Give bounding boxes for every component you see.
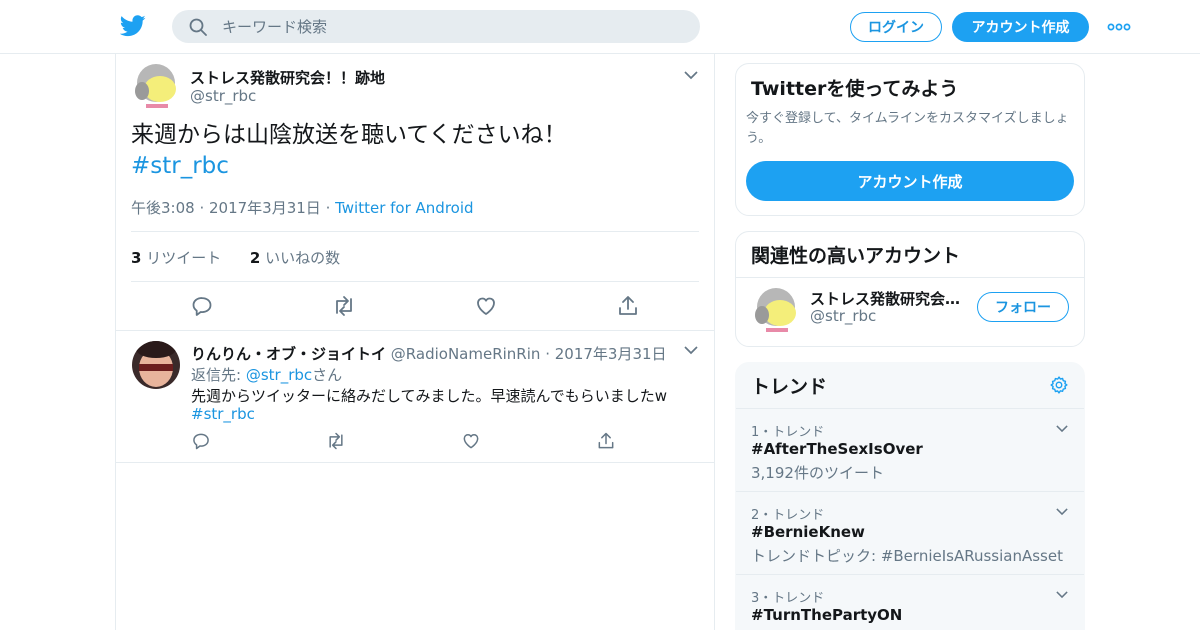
signup-card-title: Twitterを使ってみよう: [751, 78, 959, 100]
retweet-icon[interactable]: [332, 294, 356, 318]
signup-card-description: 今すぐ登録して、タイムラインをカスタマイズしましょう。: [746, 111, 1069, 146]
trends-card: トレンド 1・トレンド #AfterTheSexIsOver 3,192件のツイ…: [735, 362, 1085, 630]
related-accounts-title: 関連性の高いアカウント: [751, 245, 961, 267]
trend-item[interactable]: 2・トレンド #BernieKnew トレンドトピック: #BernieIsAR…: [736, 491, 1084, 574]
meta-separator: ·: [320, 199, 336, 217]
create-account-button[interactable]: アカウント作成: [746, 161, 1074, 201]
reply-author-name[interactable]: りんりん・オブ・ジョイトイ: [191, 345, 386, 363]
reply-author-handle[interactable]: @RadioNameRinRin: [391, 345, 541, 363]
reply-to-suffix: さん: [312, 366, 343, 384]
retweet-stat[interactable]: 3 リツイート: [131, 249, 221, 267]
avatar[interactable]: [132, 63, 180, 111]
reply-tweet[interactable]: りんりん・オブ・ジョイトイ @RadioNameRinRin · 2017年3月…: [116, 331, 714, 463]
tweet-timestamp[interactable]: 午後3:08 · 2017年3月31日: [131, 199, 321, 217]
like-stat-label: いいねの数: [265, 249, 341, 267]
related-accounts-card: 関連性の高いアカウント ストレス発散研究会！！跡地 @str_rbc フォロー: [735, 231, 1085, 347]
chevron-down-icon[interactable]: [1056, 507, 1068, 516]
reply-header: りんりん・オブ・ジョイトイ @RadioNameRinRin · 2017年3月…: [191, 343, 667, 364]
trend-name[interactable]: #BernieKnew: [751, 523, 865, 541]
trend-rank: 2・トレンド: [751, 508, 825, 523]
login-button[interactable]: ログイン: [850, 12, 942, 42]
divider: [131, 281, 699, 282]
twitter-bird-icon[interactable]: [120, 14, 146, 38]
reply-hashtag[interactable]: #str_rbc: [191, 405, 255, 423]
tweet-text: 来週からは山陰放送を聴いてくださいね！: [131, 122, 567, 148]
share-icon[interactable]: [596, 431, 616, 451]
more-options-icon[interactable]: [1107, 22, 1131, 32]
retweet-icon[interactable]: [326, 431, 346, 451]
like-heart-icon[interactable]: [474, 294, 498, 318]
trend-subtext: 3,192件のツイート: [751, 464, 884, 482]
retweet-count: 3: [131, 249, 142, 267]
reply-actions: [191, 431, 711, 455]
trend-name[interactable]: #TurnThePartyON: [751, 606, 902, 624]
follow-button[interactable]: フォロー: [977, 292, 1069, 322]
tweet-author-name[interactable]: ストレス発散研究会！！跡地: [190, 67, 385, 88]
main-timeline-column: ストレス発散研究会！！跡地 @str_rbc 来週からは山陰放送を聴いてください…: [115, 54, 715, 630]
reply-to-mention[interactable]: @str_rbc: [246, 366, 312, 384]
tweet-author-handle[interactable]: @str_rbc: [190, 87, 256, 105]
chevron-down-icon[interactable]: [684, 345, 698, 355]
trend-item[interactable]: 1・トレンド #AfterTheSexIsOver 3,192件のツイート: [736, 408, 1084, 491]
reply-date-separator: ·: [545, 345, 550, 363]
like-count: 2: [249, 249, 261, 267]
focused-tweet: ストレス発散研究会！！跡地 @str_rbc 来週からは山陰放送を聴いてください…: [116, 54, 714, 331]
trend-rank: 1・トレンド: [751, 425, 825, 440]
divider: [131, 231, 699, 232]
reply-to-line: 返信先: @str_rbcさん: [191, 364, 342, 385]
like-heart-icon[interactable]: [461, 431, 481, 451]
top-navigation-bar: ログイン アカウント作成: [0, 0, 1200, 54]
trends-title: トレンド: [751, 376, 828, 398]
signup-card: Twitterを使ってみよう 今すぐ登録して、タイムラインをカスタマイズしましょ…: [735, 63, 1085, 216]
tweet-stats: 3 リツイート 2 いいねの数: [131, 247, 340, 268]
trend-subtext: トレンドトピック: #BernieIsARussianAsset: [751, 547, 1063, 565]
search-input[interactable]: [222, 10, 682, 43]
search-box[interactable]: [172, 10, 700, 43]
chevron-down-icon[interactable]: [684, 70, 698, 80]
trend-item[interactable]: 3・トレンド #TurnThePartyON: [736, 574, 1084, 630]
retweet-stat-label: リツイート: [146, 249, 222, 267]
chevron-down-icon[interactable]: [1056, 424, 1068, 433]
tweet-hashtag[interactable]: #str_rbc: [131, 151, 229, 182]
avatar-image: [132, 63, 180, 111]
related-account-handle[interactable]: @str_rbc: [810, 307, 876, 325]
trend-name[interactable]: #AfterTheSexIsOver: [751, 440, 923, 458]
avatar-image: [752, 287, 800, 335]
chevron-down-icon[interactable]: [1056, 590, 1068, 599]
gear-icon[interactable]: [1049, 375, 1069, 395]
signup-button[interactable]: アカウント作成: [952, 12, 1089, 42]
reply-date[interactable]: 2017年3月31日: [555, 345, 667, 363]
reply-icon[interactable]: [190, 294, 214, 318]
trend-rank: 3・トレンド: [751, 591, 825, 606]
tweet-source-link[interactable]: Twitter for Android: [335, 199, 473, 217]
like-stat[interactable]: 2 いいねの数: [250, 249, 340, 267]
reply-to-prefix: 返信先:: [191, 366, 246, 384]
related-account-name[interactable]: ストレス発散研究会！！跡地: [810, 288, 965, 309]
search-icon: [189, 18, 207, 36]
avatar-image: [132, 341, 180, 389]
avatar[interactable]: [752, 287, 800, 335]
reply-icon[interactable]: [191, 431, 211, 451]
avatar[interactable]: [132, 341, 180, 389]
divider: [736, 277, 1084, 278]
tweet-actions: [190, 294, 710, 318]
share-icon[interactable]: [616, 294, 640, 318]
reply-text: 先週からツイッターに絡みだしてみました。早速読んでもらいましたw: [191, 387, 668, 405]
tweet-metadata: 午後3:08 · 2017年3月31日 · Twitter for Androi…: [131, 197, 474, 218]
